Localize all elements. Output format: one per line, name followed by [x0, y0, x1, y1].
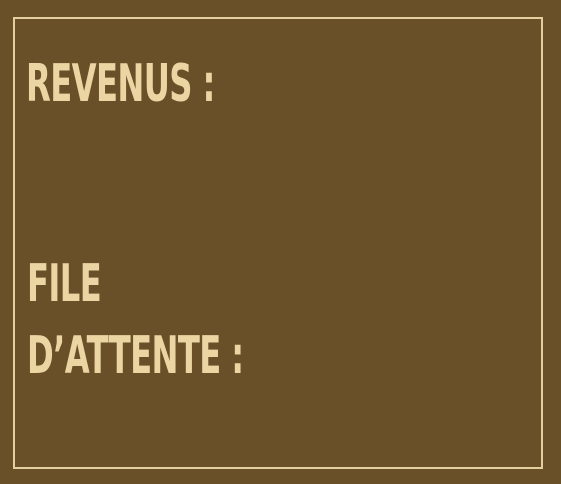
queue-label-line1: FILE — [27, 254, 102, 314]
queue-label-line2: D’ATTENTE : — [27, 326, 244, 386]
revenue-label: REVENUS : — [26, 54, 215, 114]
